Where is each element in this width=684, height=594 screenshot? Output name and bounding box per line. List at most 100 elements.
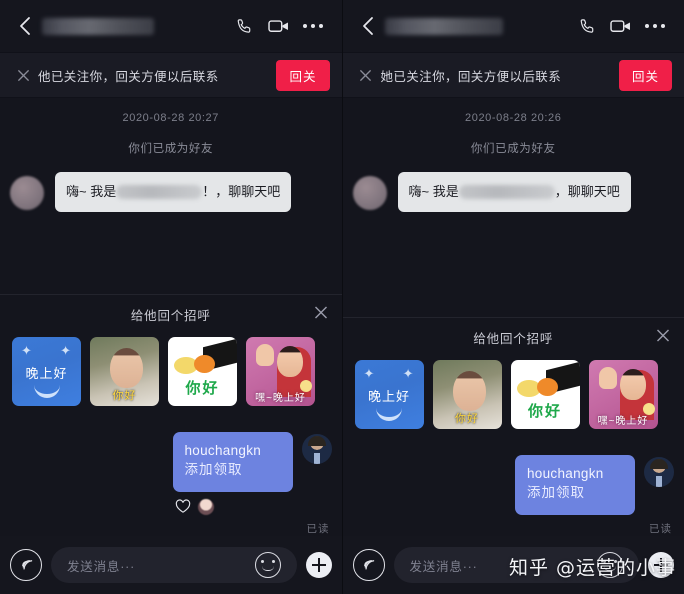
reaction-row[interactable] <box>173 499 214 515</box>
outgoing-message-bubble[interactable]: houchangkn 添加领取 <box>172 431 293 492</box>
greeting-suggestions: 给他回个招呼 ✦ ✦ 晚上好 你好 你好 嘿~晚上好 <box>0 293 342 416</box>
plus-icon[interactable] <box>305 552 332 578</box>
incoming-message-row: 嗨~ 我是 ！，聊聊天吧 <box>0 172 342 213</box>
star-icon: ✦ <box>21 342 32 358</box>
crescent-moon-icon <box>33 381 60 398</box>
conversation-area: 2020-08-28 20:26 你们已成为好友 嗨~ 我是 ，聊聊天吧 给他回个… <box>342 98 684 536</box>
conversation-area: 2020-08-28 20:27 你们已成为好友 嗨~ 我是 ！，聊聊天吧 给他回… <box>0 98 342 536</box>
avatar-tie <box>313 452 320 464</box>
sticker-label: 嘿~晚上好 <box>255 392 306 404</box>
close-icon[interactable] <box>355 69 377 82</box>
incoming-text-suffix: ！，聊聊天吧 <box>202 184 281 199</box>
sticker-waving-girl[interactable]: 嘿~晚上好 <box>246 336 315 406</box>
sticker-girl-hello[interactable]: 你好 <box>432 359 502 429</box>
sticker-girl-hello[interactable]: 你好 <box>90 336 159 406</box>
paw-shape <box>536 377 558 396</box>
photo-face <box>277 345 303 377</box>
chat-header <box>0 0 342 52</box>
avatar[interactable] <box>10 176 44 210</box>
redacted-name-overlay <box>42 17 154 35</box>
sticker-paw-hello[interactable]: 你好 <box>168 336 237 406</box>
star-icon: ✦ <box>363 365 375 381</box>
smiley-icon[interactable] <box>597 552 623 578</box>
phone-icon[interactable] <box>228 9 262 43</box>
sticker-good-evening[interactable]: ✦ ✦ 晚上好 <box>12 336 81 406</box>
smiley-icon[interactable] <box>254 552 281 578</box>
read-status: 已读 <box>306 523 330 535</box>
voice-wave-icon[interactable] <box>352 549 385 581</box>
video-camera-icon[interactable] <box>262 9 296 43</box>
message-input[interactable]: 发送消息··· <box>51 547 297 583</box>
phone-icon[interactable] <box>570 9 604 43</box>
reaction-avatar[interactable] <box>197 499 214 515</box>
back-button[interactable] <box>12 13 38 39</box>
photo-face <box>110 347 143 388</box>
outgoing-line-1: houchangkn <box>527 465 604 481</box>
contact-name <box>42 15 228 37</box>
outgoing-message-bubble[interactable]: houchangkn 添加领取 <box>515 454 635 515</box>
sticker-label: 你好 <box>455 412 479 425</box>
sticker-label: 晚上好 <box>367 388 410 404</box>
avatar-tie <box>656 475 662 487</box>
back-button[interactable] <box>355 13 381 39</box>
outgoing-line-1: houchangkn <box>184 442 262 458</box>
chat-header <box>342 0 684 52</box>
more-horizontal-icon[interactable] <box>638 9 672 43</box>
follow-back-button[interactable]: 回关 <box>618 59 672 91</box>
waving-hand-icon <box>256 343 274 366</box>
system-friend-note: 你们已成为好友 <box>470 143 556 155</box>
sticker-strip[interactable]: ✦ ✦ 晚上好 你好 你好 嘿~晚上好 <box>0 335 342 416</box>
avatar[interactable] <box>301 433 332 464</box>
avatar[interactable] <box>352 176 387 210</box>
dual-chat-screenshot: 他已关注你，回关方便以后联系 回关 2020-08-28 20:27 你们已成为… <box>0 0 684 594</box>
close-icon[interactable] <box>12 69 34 82</box>
outgoing-line-2: 添加领取 <box>184 462 243 478</box>
redacted-name-overlay <box>116 185 203 199</box>
photo-face <box>619 368 646 400</box>
sticker-label: 嘿~晚上好 <box>597 415 649 427</box>
incoming-text-prefix: 嗨~ 我是 <box>408 184 459 199</box>
sticker-waving-girl[interactable]: 嘿~晚上好 <box>588 359 658 429</box>
sticker-paw-hello[interactable]: 你好 <box>510 359 580 429</box>
greeting-title: 给他回个招呼 <box>130 309 211 324</box>
system-friend-note: 你们已成为好友 <box>128 143 214 155</box>
incoming-message-bubble[interactable]: 嗨~ 我是 ！，聊聊天吧 <box>55 172 292 213</box>
message-input[interactable]: 发送消息··· <box>393 547 639 583</box>
avatar-hair <box>307 435 326 446</box>
avatar[interactable] <box>644 456 674 487</box>
follow-back-banner: 他已关注你，回关方便以后联系 回关 <box>0 52 342 98</box>
redacted-name-overlay <box>458 185 555 199</box>
message-composer: 发送消息··· <box>342 536 684 594</box>
outgoing-card: houchangkn 添加领取 <box>515 454 635 515</box>
contact-name <box>384 15 571 37</box>
paw-shape <box>194 354 215 373</box>
video-camera-icon[interactable] <box>604 9 638 43</box>
crescent-moon-icon <box>376 404 402 421</box>
outgoing-card: houchangkn 添加领取 <box>172 431 293 515</box>
message-timestamp: 2020-08-28 20:27 <box>122 112 219 124</box>
plus-icon[interactable] <box>648 552 674 578</box>
sticker-label: 你好 <box>112 389 137 402</box>
redacted-name-overlay <box>384 17 503 35</box>
sticker-good-evening[interactable]: ✦ ✦ 晚上好 <box>354 359 424 429</box>
photo-face <box>452 370 486 411</box>
voice-wave-icon[interactable] <box>10 549 42 581</box>
follow-back-button[interactable]: 回关 <box>276 59 330 91</box>
incoming-message-row: 嗨~ 我是 ，聊聊天吧 <box>343 172 684 213</box>
greeting-suggestions: 给他回个招呼 ✦ ✦ 晚上好 你好 你好 嘿~晚上好 <box>342 316 684 439</box>
close-icon[interactable] <box>314 305 328 324</box>
outgoing-line-2: 添加领取 <box>527 485 585 501</box>
more-horizontal-icon[interactable] <box>296 9 330 43</box>
sticker-label: 你好 <box>185 379 220 397</box>
chat-panel-right: 她已关注你，回关方便以后联系 回关 2020-08-28 20:26 你们已成为… <box>342 0 684 594</box>
chat-panel-left: 他已关注你，回关方便以后联系 回关 2020-08-28 20:27 你们已成为… <box>0 0 343 594</box>
close-icon[interactable] <box>656 328 670 347</box>
sticker-label: 你好 <box>527 402 562 420</box>
heart-outline-icon[interactable] <box>175 499 191 515</box>
outgoing-message-row: houchangkn 添加领取 <box>0 416 342 515</box>
sticker-strip[interactable]: ✦ ✦ 晚上好 你好 你好 嘿~晚上好 <box>343 358 684 439</box>
outgoing-message-row: houchangkn 添加领取 <box>343 439 684 515</box>
banner-text: 她已关注你，回关方便以后联系 <box>380 69 562 84</box>
message-input-placeholder: 发送消息··· <box>67 559 136 574</box>
incoming-message-bubble[interactable]: 嗨~ 我是 ，聊聊天吧 <box>397 172 631 213</box>
